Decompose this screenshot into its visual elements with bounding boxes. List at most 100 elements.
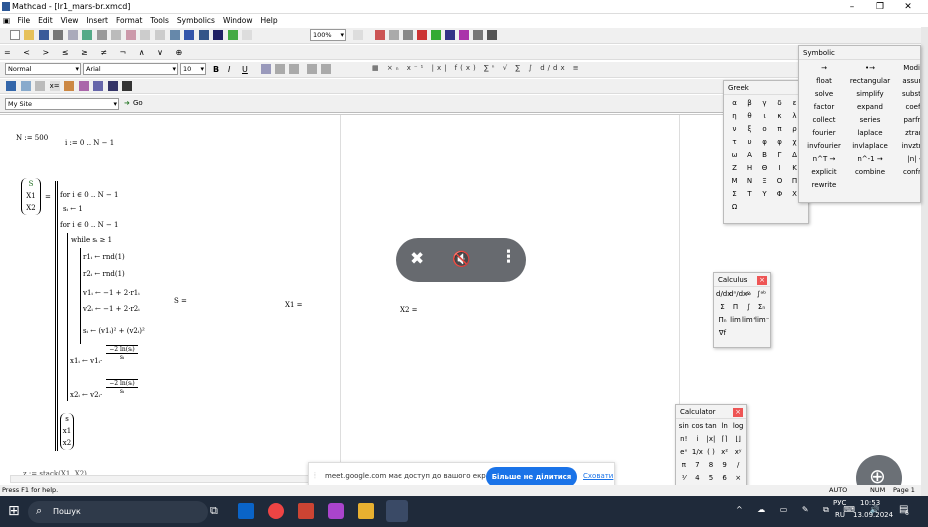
menu-window[interactable]: Window [219, 14, 257, 27]
mute-icon[interactable]: 🔇 [452, 250, 471, 268]
drag-handle-icon[interactable]: ⦙ [314, 471, 316, 481]
modifier-palette-icon[interactable] [487, 30, 497, 40]
calculus-item[interactable]: Πₙ [716, 314, 729, 327]
eval-icon[interactable]: x= [49, 81, 60, 91]
symbolic-item[interactable]: n^T → [801, 153, 847, 166]
calculus-close-button[interactable]: × [757, 276, 767, 285]
lhs-vector[interactable]: S X1 X2 [21, 178, 41, 215]
symbolic-item[interactable]: |n| → [893, 153, 920, 166]
calculus-icon[interactable] [64, 81, 75, 91]
minimize-button[interactable]: – [838, 0, 866, 14]
redo-icon[interactable] [155, 30, 166, 40]
graph-palette-icon[interactable] [375, 30, 385, 40]
font-select[interactable]: Arial [83, 63, 178, 75]
calculator-item[interactable]: 4 [691, 472, 705, 485]
prog-line-v2[interactable]: v2ᵢ ← −1 + 2·r2ᵢ [83, 305, 140, 313]
graph-icon[interactable] [20, 81, 31, 91]
menu-tools[interactable]: Tools [146, 14, 172, 27]
calculus-item[interactable]: ∇f [716, 327, 729, 340]
prog-line-v1[interactable]: v1ᵢ ← −1 + 2·r1ᵢ [83, 289, 140, 297]
s-eval[interactable]: S = [174, 297, 187, 305]
return-vector[interactable]: s x1 x2 [60, 413, 74, 450]
help-icon[interactable] [353, 30, 363, 40]
calculus-item[interactable]: ∞ [742, 288, 755, 301]
align-right-icon[interactable] [289, 64, 299, 74]
greek-item[interactable]: γ [757, 97, 772, 110]
symbolic-palette-icon[interactable] [473, 30, 483, 40]
clock-time[interactable]: 10:53 [860, 499, 880, 507]
hide-link[interactable]: Сховати [583, 472, 613, 480]
greek-item[interactable]: Ο [772, 175, 787, 188]
hat-icon[interactable] [122, 81, 133, 91]
symbolic-item[interactable]: coeffs [893, 101, 920, 114]
calculator-item[interactable]: 8 [704, 459, 718, 472]
calculus-item[interactable]: dⁿ/dxⁿ [729, 288, 750, 301]
calculator-item[interactable]: ⅟ [677, 472, 691, 485]
chrome-icon[interactable] [268, 503, 284, 519]
symbolic-item[interactable]: explicit [801, 166, 847, 179]
symbolic-item[interactable]: substitu [893, 88, 920, 101]
prog-line-x2[interactable]: x2ᵢ ← v2ᵢ· [70, 391, 102, 399]
calculator-item[interactable]: 9 [718, 459, 732, 472]
calculus-item[interactable]: lim [729, 314, 742, 327]
calculator-item[interactable]: 1/x [691, 446, 705, 459]
i-definition[interactable]: i := 0 .. N − 1 [65, 139, 114, 147]
lang-indicator[interactable]: РУС [833, 499, 846, 507]
file-explorer-icon[interactable] [358, 503, 374, 519]
greek-item[interactable]: Φ [772, 188, 787, 201]
calculus-item[interactable]: Σₙ [755, 301, 768, 314]
prog-line-r2[interactable]: r2ᵢ ← rnd(1) [83, 270, 125, 278]
menu-view[interactable]: View [57, 14, 83, 27]
symbolic-item[interactable]: rectangular [847, 75, 893, 88]
symbolic-item[interactable]: confrac [893, 166, 920, 179]
undo-icon[interactable] [140, 30, 151, 40]
cut-icon[interactable] [96, 30, 107, 40]
calculus-item[interactable]: ∫ᵃᵇ [755, 288, 768, 301]
app-icon-1[interactable] [328, 503, 344, 519]
print-icon[interactable] [53, 30, 64, 40]
greek-item[interactable]: φ [772, 136, 787, 149]
calculator-item[interactable]: / [731, 459, 745, 472]
greek-item[interactable]: ω [727, 149, 742, 162]
greek-item[interactable]: Ι [772, 162, 787, 175]
calculus-item[interactable]: Π [729, 301, 742, 314]
matrix-operators[interactable]: ▦ ×ₙ x⁻¹ |x| f(x) ∑ⁿ √ ∑ ∫ d/dx ≡ [372, 64, 582, 72]
calculator-item[interactable]: sin [677, 420, 691, 433]
x1-eval[interactable]: X1 = [285, 301, 303, 309]
menu-file[interactable]: File [14, 14, 35, 27]
greek-item[interactable]: Υ [757, 188, 772, 201]
windows-start-icon[interactable]: ⊞ [8, 503, 20, 519]
greek-item[interactable]: Ξ [757, 175, 772, 188]
n-definition[interactable]: N := 500 [16, 134, 48, 142]
greek-icon[interactable] [107, 81, 118, 91]
greek-item[interactable]: Β [757, 149, 772, 162]
calculator-item[interactable]: x² [718, 446, 732, 459]
bullets-icon[interactable] [307, 64, 317, 74]
calculator-item[interactable]: |x| [704, 433, 718, 446]
align-left-icon[interactable] [261, 64, 271, 74]
greek-item[interactable]: ι [757, 110, 772, 123]
calculator-item[interactable]: xʸ [731, 446, 745, 459]
x2-eval[interactable]: X2 = [400, 306, 418, 314]
symbolic-item[interactable]: ztrans [893, 127, 920, 140]
symbolic-item[interactable]: invztran [893, 140, 920, 153]
align-center-icon[interactable] [275, 64, 285, 74]
calc-icon[interactable] [6, 81, 16, 91]
align-icon[interactable] [169, 30, 180, 40]
calculus-item[interactable]: ∫ [742, 301, 755, 314]
symbolic-item[interactable]: expand [847, 101, 893, 114]
symbolic-item[interactable]: invlaplace [847, 140, 893, 153]
greek-item[interactable]: β [742, 97, 757, 110]
clock-date[interactable]: 13.09.2024 [853, 511, 893, 519]
mathcad-taskbar-icon[interactable] [386, 500, 408, 522]
spell-icon[interactable] [82, 30, 93, 40]
calculate-icon[interactable] [213, 30, 224, 40]
greek-palette-icon[interactable] [459, 30, 469, 40]
symbolic-item[interactable]: Modifie [893, 62, 920, 75]
more-options-icon[interactable]: ⋮ [500, 247, 517, 267]
greek-item[interactable]: Η [742, 162, 757, 175]
greek-item[interactable]: Τ [742, 188, 757, 201]
greek-item[interactable]: φ [757, 136, 772, 149]
symbolic-item[interactable]: invfourier [801, 140, 847, 153]
boolean-palette-icon[interactable] [431, 30, 441, 40]
